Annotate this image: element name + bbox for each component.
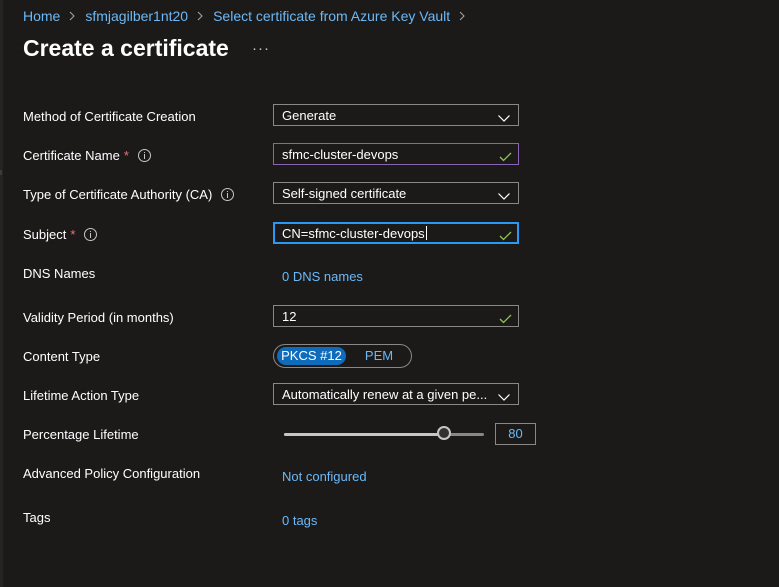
percentage-lifetime-label-text: Percentage Lifetime <box>23 427 139 442</box>
content-type-option-pkcs12[interactable]: PKCS #12 <box>277 347 346 365</box>
required-marker: * <box>70 227 76 242</box>
checkmark-icon <box>499 228 512 246</box>
info-icon[interactable] <box>221 188 235 201</box>
subject-input[interactable]: CN=sfmc-cluster-devops <box>273 222 519 244</box>
percentage-value-input[interactable]: 80 <box>495 423 536 445</box>
percentage-slider-track[interactable] <box>284 433 484 436</box>
tags-label-text: Tags <box>23 510 51 525</box>
chevron-right-icon <box>67 11 77 21</box>
subject-label-text: Subject <box>23 227 67 242</box>
ca-type-label-text: Type of Certificate Authority (CA) <box>23 187 213 202</box>
chevron-down-icon <box>498 188 510 206</box>
content-type-label: Content Type <box>23 349 100 364</box>
content-type-toggle: PKCS #12 PEM <box>273 344 412 368</box>
chevron-down-icon <box>498 389 510 407</box>
subject-value-text: CN=sfmc-cluster-devops <box>282 226 425 241</box>
text-cursor <box>425 226 427 240</box>
cert-name-label-text: Certificate Name <box>23 148 120 163</box>
tags-link[interactable]: 0 tags <box>282 513 317 528</box>
chevron-down-icon <box>498 110 510 128</box>
advanced-policy-label: Advanced Policy Configuration <box>23 466 200 481</box>
method-value: Generate <box>282 108 337 123</box>
cert-name-value: sfmc-cluster-devops <box>282 147 399 162</box>
ca-type-label: Type of Certificate Authority (CA) <box>23 187 235 202</box>
checkmark-icon <box>499 149 512 167</box>
advanced-policy-label-text: Advanced Policy Configuration <box>23 466 201 481</box>
chevron-right-icon <box>195 11 205 21</box>
percentage-lifetime-label: Percentage Lifetime <box>23 427 139 442</box>
dns-names-label-text: DNS Names <box>23 266 96 281</box>
left-edge-marker <box>0 170 2 175</box>
lifetime-action-label: Lifetime Action Type <box>23 388 139 403</box>
method-dropdown[interactable]: Generate <box>273 104 519 126</box>
lifetime-action-value: Automatically renew at a given pe... <box>282 387 488 402</box>
required-marker: * <box>123 148 129 163</box>
cert-name-input[interactable]: sfmc-cluster-devops <box>273 143 519 165</box>
info-icon[interactable] <box>137 149 151 162</box>
advanced-policy-link[interactable]: Not configured <box>282 469 367 484</box>
lifetime-action-label-text: Lifetime Action Type <box>23 388 140 403</box>
content-type-option-pem[interactable]: PEM <box>356 347 402 365</box>
page-title: Create a certificate <box>23 35 229 61</box>
dns-names-link[interactable]: 0 DNS names <box>282 269 363 284</box>
lifetime-action-dropdown[interactable]: Automatically renew at a given pe... <box>273 383 519 405</box>
breadcrumb: Home sfmjagilber1nt20 Select certificate… <box>23 8 475 24</box>
validity-label: Validity Period (in months) <box>23 310 174 325</box>
breadcrumb-resource[interactable]: sfmjagilber1nt20 <box>85 8 188 24</box>
validity-input[interactable]: 12 <box>273 305 519 327</box>
left-edge <box>0 0 3 587</box>
percentage-slider-fill <box>284 433 444 436</box>
breadcrumb-home[interactable]: Home <box>23 8 60 24</box>
validity-label-text: Validity Period (in months) <box>23 310 174 325</box>
content-type-label-text: Content Type <box>23 349 101 364</box>
more-options-button[interactable]: ··· <box>252 40 270 57</box>
cert-name-label: Certificate Name * <box>23 148 151 163</box>
breadcrumb-select-certificate[interactable]: Select certificate from Azure Key Vault <box>213 8 450 24</box>
ca-type-value: Self-signed certificate <box>282 186 407 201</box>
percentage-slider-thumb[interactable] <box>437 426 451 440</box>
tags-label: Tags <box>23 510 50 525</box>
validity-value: 12 <box>282 309 297 324</box>
dns-names-label: DNS Names <box>23 266 95 281</box>
method-label: Method of Certificate Creation <box>23 109 196 124</box>
subject-value: CN=sfmc-cluster-devops <box>282 226 427 241</box>
info-icon[interactable] <box>84 228 98 241</box>
chevron-right-icon <box>457 11 467 21</box>
subject-label: Subject * <box>23 227 98 242</box>
ca-type-dropdown[interactable]: Self-signed certificate <box>273 182 519 204</box>
checkmark-icon <box>499 311 512 329</box>
method-label-text: Method of Certificate Creation <box>23 109 196 124</box>
